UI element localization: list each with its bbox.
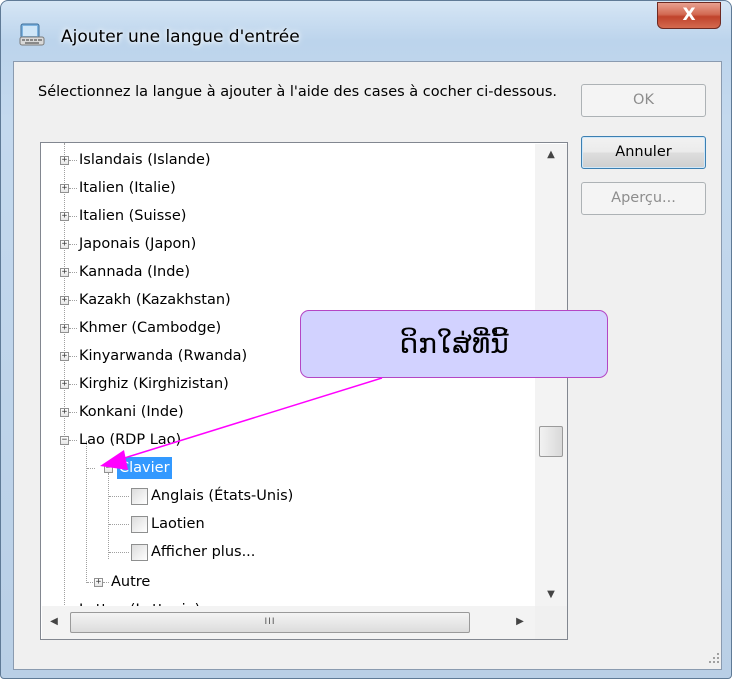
tree-item-laotien[interactable]: Laotien: [41, 513, 535, 535]
tree-item-italien-italie[interactable]: + Italien (Italie): [41, 177, 535, 199]
tree-item-label: Kirghiz (Kirghizistan): [79, 376, 229, 392]
tree-item-label: Clavier: [117, 457, 172, 479]
tree-item-japonais[interactable]: + Japonais (Japon): [41, 233, 535, 255]
tree-item-kazakh[interactable]: + Kazakh (Kazakhstan): [41, 289, 535, 311]
tree-item-label: Italien (Italie): [79, 180, 176, 196]
expand-icon[interactable]: +: [60, 268, 69, 277]
resize-grip-icon[interactable]: [706, 650, 720, 664]
tree-item-label: Kazakh (Kazakhstan): [79, 292, 231, 308]
tree-item-konkani[interactable]: + Konkani (Inde): [41, 401, 535, 423]
instruction-text: Sélectionnez la langue à ajouter à l'aid…: [38, 84, 557, 100]
tree-item-islandais[interactable]: + Islandais (Islande): [41, 149, 535, 171]
cancel-button[interactable]: Annuler: [581, 136, 706, 169]
collapse-icon[interactable]: −: [60, 436, 69, 445]
tree-item-clavier[interactable]: − Clavier: [41, 457, 535, 479]
collapse-icon[interactable]: −: [104, 464, 113, 473]
checkbox[interactable]: [131, 544, 148, 561]
title-bar[interactable]: Ajouter une langue d'entrée X: [1, 1, 731, 57]
ok-button[interactable]: OK: [581, 84, 706, 117]
keyboard-language-icon: [19, 23, 45, 46]
expand-icon[interactable]: +: [94, 578, 103, 587]
scroll-left-arrow-icon[interactable]: ◀: [42, 611, 66, 633]
tree-item-lao[interactable]: − Lao (RDP Lao): [41, 429, 535, 451]
close-button[interactable]: X: [657, 2, 721, 29]
expand-icon[interactable]: +: [60, 212, 69, 221]
checkbox[interactable]: [131, 516, 148, 533]
expand-icon[interactable]: +: [60, 240, 69, 249]
tree-item-label: Anglais (États-Unis): [151, 488, 294, 504]
tree-item-label: Kannada (Inde): [79, 264, 191, 280]
tree-item-anglais[interactable]: Anglais (États-Unis): [41, 485, 535, 507]
expand-icon[interactable]: +: [60, 156, 69, 165]
expand-icon[interactable]: +: [60, 296, 69, 305]
tree-item-autre[interactable]: + Autre: [41, 571, 535, 593]
annotation-callout: ດິກໃສ່ທີ່ນີ້: [300, 310, 608, 378]
expand-icon[interactable]: +: [60, 408, 69, 417]
expand-icon[interactable]: +: [60, 352, 69, 361]
tree-item-kannada[interactable]: + Kannada (Inde): [41, 261, 535, 283]
scroll-down-arrow-icon[interactable]: ▼: [535, 584, 567, 606]
window-title: Ajouter une langue d'entrée: [61, 27, 300, 47]
preview-button[interactable]: Aperçu...: [581, 182, 706, 215]
scroll-right-arrow-icon[interactable]: ▶: [508, 611, 532, 633]
tree-item-label: Italien (Suisse): [79, 208, 187, 224]
scroll-up-arrow-icon[interactable]: ▲: [535, 144, 567, 166]
tree-item-label: Konkani (Inde): [79, 404, 184, 420]
tree-item-label: Islandais (Islande): [79, 152, 211, 168]
tree-item-label: Afficher plus...: [151, 544, 256, 560]
tree-item-italien-suisse[interactable]: + Italien (Suisse): [41, 205, 535, 227]
expand-icon[interactable]: +: [60, 324, 69, 333]
tree-item-label: Kinyarwanda (Rwanda): [79, 348, 248, 364]
language-tree[interactable]: + Islandais (Islande) + Italien (Italie)…: [40, 142, 568, 640]
tree-item-afficher-plus[interactable]: Afficher plus...: [41, 541, 535, 563]
tree-item-label: Lao (RDP Lao): [79, 432, 182, 448]
expand-icon[interactable]: +: [60, 380, 69, 389]
horizontal-scroll-thumb[interactable]: III: [70, 612, 470, 633]
horizontal-scrollbar[interactable]: ◀ III ▶: [42, 606, 535, 639]
tree-item-label: Autre: [111, 574, 151, 590]
expand-icon[interactable]: +: [60, 184, 69, 193]
tree-item-label: Khmer (Cambodge): [79, 320, 222, 336]
tree-item-label: Laotien: [151, 516, 205, 532]
checkbox[interactable]: [131, 488, 148, 505]
scrollbar-corner: [535, 606, 567, 639]
tree-item-label: Japonais (Japon): [79, 236, 197, 252]
vertical-scroll-thumb[interactable]: [539, 426, 563, 457]
